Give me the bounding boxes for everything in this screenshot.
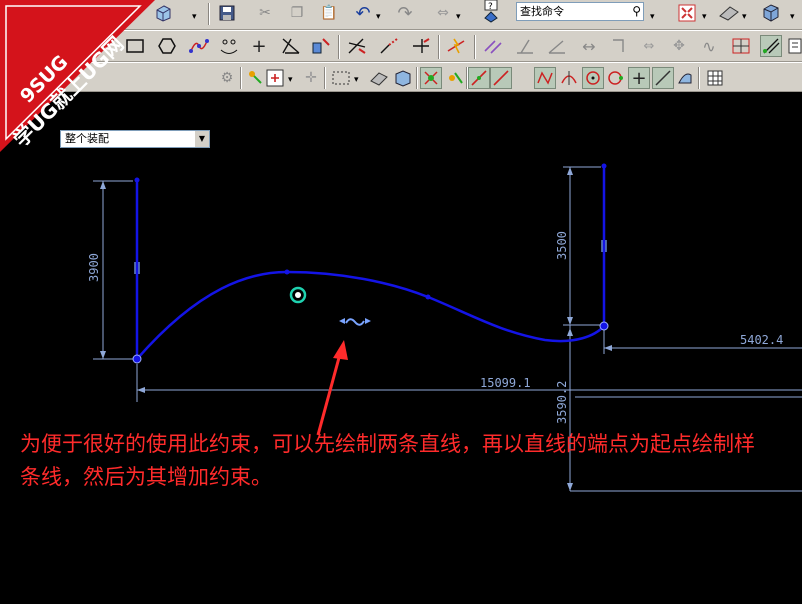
- undo-icon[interactable]: ↶: [352, 2, 374, 24]
- grid-icon[interactable]: [704, 67, 726, 89]
- snap-line-icon[interactable]: [490, 67, 512, 89]
- toolbar-separator: [438, 35, 440, 59]
- sketch-canvas[interactable]: 3900 3500 5402.4 15099.1 3590.2: [0, 92, 802, 604]
- save-icon[interactable]: [216, 2, 238, 24]
- snap-arc-center-icon[interactable]: [582, 67, 604, 89]
- chevron-down-icon[interactable]: ▾: [456, 12, 461, 22]
- chevron-down-icon[interactable]: ▾: [702, 12, 707, 22]
- help-icon[interactable]: ?: [480, 0, 502, 23]
- chevron-down-icon[interactable]: ▾: [288, 75, 293, 85]
- copy-icon[interactable]: ❐: [286, 2, 308, 24]
- snap-intersection-icon[interactable]: [558, 67, 580, 89]
- solid-body-icon[interactable]: [392, 67, 414, 89]
- spline-curve[interactable]: [136, 270, 605, 360]
- chevron-down-icon[interactable]: ▾: [742, 12, 747, 22]
- snap-midpoint-icon[interactable]: [444, 67, 466, 89]
- horizontal-dimension-icon[interactable]: ↔: [578, 35, 600, 57]
- toolbar-separator: [474, 35, 476, 59]
- chevron-down-icon[interactable]: ▾: [790, 12, 795, 22]
- grid-snap-icon[interactable]: [730, 35, 752, 57]
- spline-start-point[interactable]: [132, 354, 142, 364]
- select-filter-icon[interactable]: ⚙: [216, 67, 238, 89]
- toolbar-separator: [338, 35, 340, 59]
- svg-text:?: ?: [488, 2, 493, 12]
- radial-dimension-icon[interactable]: ∿: [698, 35, 720, 57]
- shaded-cube-icon[interactable]: [760, 2, 782, 24]
- search-input-text: 查找命令: [520, 5, 564, 18]
- chevron-down-icon[interactable]: ▾: [354, 75, 359, 85]
- search-input[interactable]: 查找命令 ⚲: [516, 2, 644, 21]
- angular-dimension-icon[interactable]: [546, 35, 568, 57]
- paste-icon[interactable]: 📋: [318, 2, 340, 24]
- toolbar-separator: [698, 67, 700, 89]
- repeat-command-icon[interactable]: ⇔: [432, 2, 454, 24]
- dimension-left-height[interactable]: 3900: [87, 253, 101, 282]
- toolbar-separator: [240, 67, 242, 89]
- redo-icon[interactable]: ↷: [394, 2, 416, 24]
- parallel-constraint-icon[interactable]: [482, 35, 504, 57]
- tutorial-arrow-icon: [316, 340, 348, 436]
- line-endpoint[interactable]: [601, 163, 607, 169]
- render-style-icon[interactable]: [718, 2, 740, 24]
- fit-curve-icon[interactable]: [218, 35, 240, 57]
- perpendicular-icon[interactable]: [514, 35, 536, 57]
- spline-pole[interactable]: [284, 269, 290, 275]
- toolbar-separator: [324, 67, 326, 89]
- dimension-right-height[interactable]: 3500: [555, 231, 569, 260]
- move-icon[interactable]: ✥: [668, 35, 690, 57]
- spline-pole[interactable]: [425, 294, 431, 300]
- snap-on-face-icon[interactable]: [674, 67, 696, 89]
- snap-endpoint-icon[interactable]: [420, 67, 442, 89]
- search-icon[interactable]: ⚲: [632, 3, 641, 20]
- tutorial-annotation: 为便于很好的使用此约束，可以先绘制两条直线，再以直线的端点为起点绘制样条线，然后…: [20, 432, 755, 489]
- show-constraints-icon[interactable]: [760, 35, 782, 57]
- auto-dimension-icon[interactable]: [446, 35, 468, 57]
- spline-end-point[interactable]: [599, 321, 609, 331]
- cut-icon[interactable]: ✂: [254, 2, 276, 24]
- studio-spline-icon[interactable]: [188, 35, 210, 57]
- snap-existing-point-icon[interactable]: +: [628, 67, 650, 89]
- shaded-face-icon[interactable]: [368, 67, 390, 89]
- dimension-total-width[interactable]: 15099.1: [480, 376, 531, 390]
- line-endpoint[interactable]: [134, 177, 140, 183]
- snap-quadrant-icon[interactable]: [604, 67, 626, 89]
- sketch-geometry[interactable]: [132, 163, 609, 364]
- snap-spline-pole-icon[interactable]: [534, 67, 556, 89]
- fit-view-icon[interactable]: [676, 2, 698, 24]
- snap-target-icon[interactable]: ✛: [300, 67, 322, 89]
- vertical-dimension-icon[interactable]: [608, 35, 630, 57]
- quick-trim-icon[interactable]: [346, 35, 368, 57]
- offset-curve-icon[interactable]: [310, 35, 332, 57]
- chevron-down-icon[interactable]: ▾: [376, 12, 381, 22]
- cursor-indicator-icon: [289, 286, 307, 304]
- dimension-lower-height[interactable]: 3590.2: [555, 381, 569, 424]
- tangent-constraint-icon[interactable]: [339, 318, 371, 326]
- trim-icon[interactable]: [280, 35, 302, 57]
- perimeter-dimension-icon[interactable]: ⇔: [638, 35, 660, 57]
- constraint-view-icon[interactable]: [784, 35, 802, 57]
- chevron-down-icon[interactable]: ▾: [650, 12, 655, 22]
- rectangle-select-icon[interactable]: [330, 67, 352, 89]
- make-corner-icon[interactable]: [410, 35, 432, 57]
- snap-control-point-icon[interactable]: [468, 67, 490, 89]
- general-selection-icon[interactable]: [264, 67, 286, 89]
- quick-extend-icon[interactable]: [378, 35, 400, 57]
- point-icon[interactable]: +: [248, 35, 270, 57]
- toolbar-separator: [208, 3, 210, 25]
- chevron-down-icon[interactable]: ▾: [192, 12, 197, 22]
- snap-on-curve-icon[interactable]: [652, 67, 674, 89]
- toolbar-separator: [416, 67, 418, 89]
- dimension-right-offset[interactable]: 5402.4: [740, 333, 783, 347]
